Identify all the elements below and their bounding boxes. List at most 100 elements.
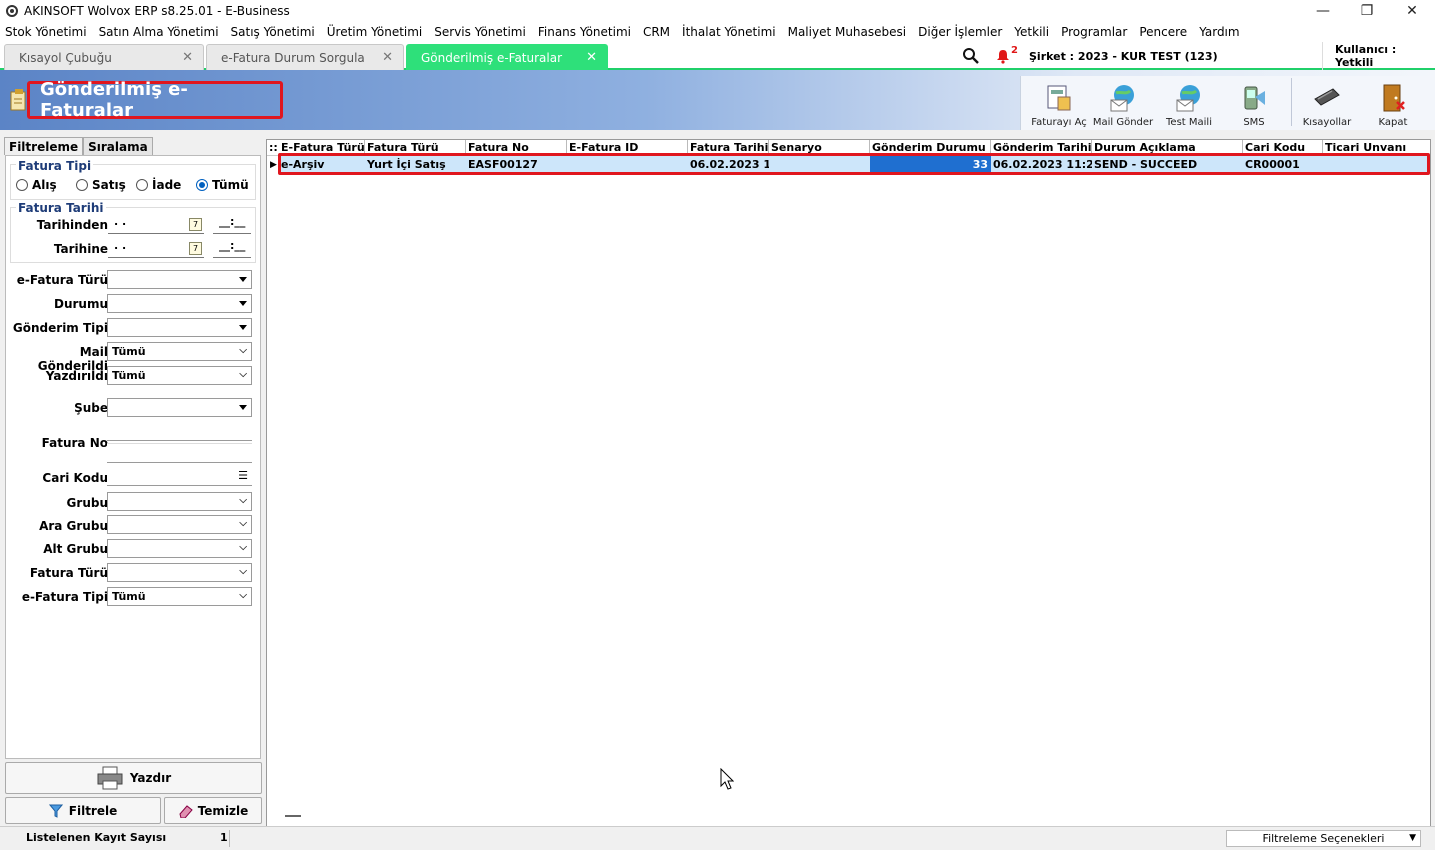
group-select[interactable]: ⌵	[107, 492, 252, 511]
cell-senaryo[interactable]	[769, 156, 870, 174]
time-from-field[interactable]: __:__	[213, 215, 251, 234]
test-mail-button[interactable]: Test Maili	[1157, 76, 1221, 128]
menu-stok[interactable]: Stok Yönetimi	[0, 25, 94, 39]
invoice-kind-label: Fatura Türü	[29, 566, 108, 580]
send-type-select[interactable]	[107, 318, 252, 337]
col-gonderim-tarihi[interactable]: Gönderim Tarihi	[991, 140, 1092, 156]
date-to-label: Tarihine	[53, 242, 108, 256]
cell-gonderim-tarihi[interactable]: 06.02.2023 11:26:	[991, 156, 1092, 174]
status-bar: Listelenen Kayıt Sayısı 1 Filtreleme Seç…	[0, 826, 1435, 850]
menu-diger[interactable]: Diğer İşlemler	[913, 25, 1009, 39]
tab-filtreleme[interactable]: Filtreleme	[4, 137, 84, 155]
col-durum-aciklama[interactable]: Durum Açıklama	[1092, 140, 1243, 156]
subgroup-select[interactable]: ⌵	[107, 515, 252, 534]
cell-gonderim-durumu[interactable]: 33	[870, 156, 991, 174]
radio-satis[interactable]: Satış	[76, 178, 126, 192]
close-page-button[interactable]: Kapat	[1361, 76, 1425, 128]
efatura-kind-select[interactable]: Tümü ⌵	[107, 587, 252, 606]
search-icon[interactable]	[962, 42, 980, 70]
menu-bar: Stok Yönetimi Satın Alma Yönetimi Satış …	[0, 22, 1435, 42]
menu-maliyet[interactable]: Maliyet Muhasebesi	[783, 25, 914, 39]
col-fatura-no[interactable]: Fatura No	[466, 140, 567, 156]
radio-tumu[interactable]: Tümü	[196, 178, 249, 192]
menu-satin-alma[interactable]: Satın Alma Yönetimi	[94, 25, 226, 39]
menu-satis[interactable]: Satış Yönetimi	[226, 25, 322, 39]
cell-ticari-unvani[interactable]	[1323, 156, 1423, 174]
tab-efatura-durum[interactable]: e-Fatura Durum Sorgula ✕	[206, 44, 404, 70]
col-gonderim-durumu[interactable]: Gönderim Durumu	[870, 140, 991, 156]
menu-servis[interactable]: Servis Yönetimi	[429, 25, 533, 39]
col-fatura-turu[interactable]: Fatura Türü	[365, 140, 466, 156]
cell-fatura-tarihi[interactable]: 06.02.2023 11	[688, 156, 769, 174]
close-tab-icon[interactable]: ✕	[586, 50, 597, 65]
close-tab-icon[interactable]: ✕	[382, 50, 393, 65]
efatura-type-select[interactable]	[107, 270, 252, 289]
invoice-no-label: Fatura No	[41, 436, 108, 450]
col-fatura-tarihi[interactable]: Fatura Tarihi	[688, 140, 769, 156]
chevron-down-icon: ⌵	[239, 518, 247, 529]
branch-select[interactable]	[107, 398, 252, 417]
invoice-no-to-field[interactable]	[107, 443, 252, 463]
table-row[interactable]: ▶ e-Arşiv Yurt İçi Satış EASF00127 06.02…	[267, 156, 1430, 174]
status-select[interactable]	[107, 294, 252, 313]
status-label: Durumu	[53, 297, 108, 311]
filter-button[interactable]: Filtrele	[5, 797, 161, 824]
tab-kisayol[interactable]: Kısayol Çubuğu ✕	[4, 44, 204, 70]
funnel-icon	[48, 804, 63, 818]
action-toolbar: Faturayı Aç Mail Gönder Test Maili SMS K…	[1020, 76, 1430, 130]
radio-tumu-label: Tümü	[212, 178, 249, 192]
clear-button[interactable]: Temizle	[164, 797, 262, 824]
col-efatura-id[interactable]: E-Fatura ID	[567, 140, 688, 156]
altgroup-select[interactable]: ⌵	[107, 539, 252, 558]
cell-durum-aciklama[interactable]: SEND - SUCCEED	[1092, 156, 1243, 174]
col-ticari-unvani[interactable]: Ticari Unvanı	[1323, 140, 1423, 156]
send-mail-button[interactable]: Mail Gönder	[1091, 76, 1155, 128]
tab-gonderilmis[interactable]: Gönderilmiş e-Faturalar ✕	[406, 44, 608, 70]
lookup-list-icon[interactable]: ☰	[238, 469, 248, 482]
menu-pencere[interactable]: Pencere	[1134, 25, 1194, 39]
calendar-icon[interactable]: 7	[189, 242, 202, 255]
title-bar: AKINSOFT Wolvox ERP s8.25.01 - E-Busines…	[0, 0, 1435, 22]
window-title: AKINSOFT Wolvox ERP s8.25.01 - E-Busines…	[24, 4, 290, 18]
mail-sent-select[interactable]: Tümü ⌵	[107, 342, 252, 361]
open-invoice-label: Faturayı Aç	[1031, 117, 1087, 128]
close-tab-icon[interactable]: ✕	[182, 50, 193, 65]
print-button[interactable]: Yazdır	[5, 762, 262, 794]
close-page-label: Kapat	[1378, 117, 1408, 128]
filter-options-select[interactable]: Filtreleme Seçenekleri ▼	[1226, 830, 1421, 847]
open-invoice-button[interactable]: Faturayı Aç	[1027, 76, 1091, 128]
invoice-kind-select[interactable]: ⌵	[107, 563, 252, 582]
menu-yardim[interactable]: Yardım	[1194, 25, 1246, 39]
account-code-field[interactable]: ☰	[107, 467, 252, 486]
col-efatura-turu[interactable]: E-Fatura Türü	[279, 140, 365, 156]
test-mail-icon	[1176, 85, 1200, 112]
calendar-icon[interactable]: 7	[189, 218, 202, 231]
menu-uretim[interactable]: Üretim Yönetimi	[322, 25, 430, 39]
menu-finans[interactable]: Finans Yönetimi	[533, 25, 638, 39]
menu-ithalat[interactable]: İthalat Yönetimi	[677, 25, 783, 39]
cell-efatura-id[interactable]	[567, 156, 688, 174]
invoice-no-from-field[interactable]	[107, 421, 252, 441]
tab-siralama[interactable]: Sıralama	[83, 137, 153, 155]
cell-cari-kodu[interactable]: CR00001	[1243, 156, 1323, 174]
grid-splitter-handle[interactable]	[285, 815, 301, 817]
radio-alis[interactable]: Alış	[16, 178, 57, 192]
radio-iade[interactable]: İade	[136, 178, 181, 192]
notification-bell-icon[interactable]: 2	[995, 42, 1018, 70]
sms-button[interactable]: SMS	[1222, 76, 1286, 128]
time-to-field[interactable]: __:__	[213, 239, 251, 258]
col-cari-kodu[interactable]: Cari Kodu	[1243, 140, 1323, 156]
maximize-button[interactable]: ❐	[1344, 0, 1390, 22]
user-info: Kullanıcı : Yetkili	[1322, 42, 1435, 70]
cell-fatura-no[interactable]: EASF00127	[466, 156, 567, 174]
menu-crm[interactable]: CRM	[638, 25, 677, 39]
printed-select[interactable]: Tümü ⌵	[107, 366, 252, 385]
close-window-button[interactable]: ✕	[1389, 0, 1435, 22]
cell-fatura-turu[interactable]: Yurt İçi Satış	[365, 156, 466, 174]
menu-yetkili[interactable]: Yetkili	[1009, 25, 1056, 39]
col-senaryo[interactable]: Senaryo	[769, 140, 870, 156]
minimize-button[interactable]: —	[1300, 0, 1346, 22]
cell-efatura-turu[interactable]: e-Arşiv	[279, 156, 365, 174]
shortcuts-button[interactable]: Kısayollar	[1295, 76, 1359, 128]
menu-programlar[interactable]: Programlar	[1056, 25, 1134, 39]
